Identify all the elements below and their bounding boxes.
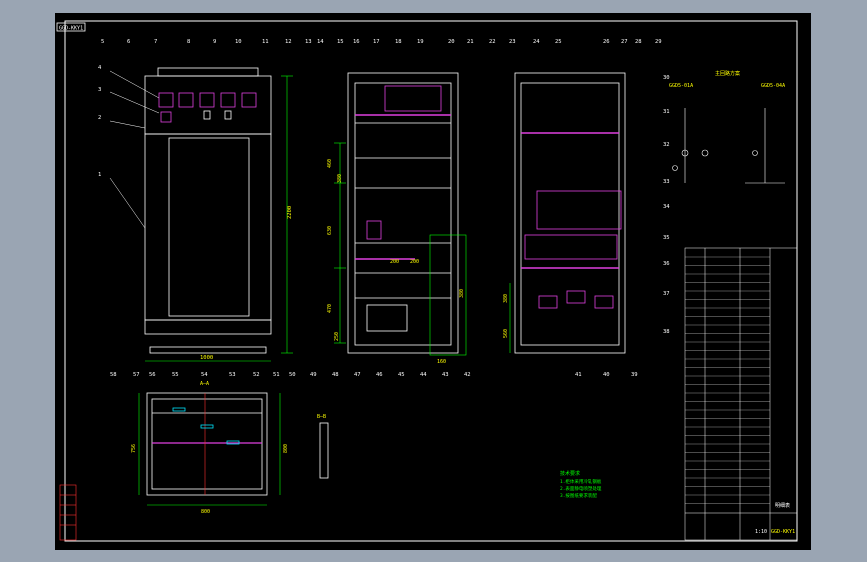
callout-51: 51 [273, 372, 280, 378]
revision-strip [59, 484, 77, 541]
callout-2: 2 [98, 115, 101, 121]
rear-label2: GGD5-04A [761, 83, 785, 89]
side-view [334, 72, 467, 356]
callout-48: 48 [332, 372, 339, 378]
callout-23: 23 [509, 39, 516, 45]
detail-label: B—B [317, 414, 326, 420]
callout-4: 4 [98, 65, 102, 71]
cad-drawing: GGD-KKY1 2200 1000 460 380 630 200 200 4… [56, 20, 798, 542]
callout-34: 34 [663, 204, 670, 210]
callout-29: 29 [655, 39, 662, 45]
drawing-sheet: GGD-KKY1 2200 1000 460 380 630 200 200 4… [55, 13, 811, 550]
callout-57: 57 [133, 372, 140, 378]
callout-18: 18 [395, 39, 402, 45]
callout-40: 40 [603, 372, 610, 378]
callout-26: 26 [603, 39, 610, 45]
callout-5: 5 [101, 39, 104, 45]
dim-front-height: 2200 [287, 206, 293, 219]
sheet-frame [64, 20, 798, 542]
callout-10: 10 [235, 39, 242, 45]
callout-47: 47 [354, 372, 361, 378]
callout-36: 36 [663, 261, 670, 267]
callout-24: 24 [533, 39, 540, 45]
dim-side-f: 470 [327, 304, 333, 313]
callout-58: 58 [110, 372, 117, 378]
callout-39: 39 [631, 372, 638, 378]
callout-42: 42 [464, 372, 471, 378]
plan-view [138, 392, 329, 506]
callout-55: 55 [172, 372, 179, 378]
callout-9: 9 [213, 39, 216, 45]
callout-43: 43 [442, 372, 449, 378]
callout-45: 45 [398, 372, 405, 378]
dim-plan-h2: 800 [283, 444, 289, 453]
callout-6: 6 [127, 39, 130, 45]
callout-46: 46 [376, 372, 383, 378]
callout-49: 49 [310, 372, 317, 378]
notes-line-3: 3.按图纸要求装配 [560, 492, 597, 499]
callout-22: 22 [489, 39, 496, 45]
dim-front-width: 1000 [200, 355, 213, 361]
front-view [109, 67, 293, 362]
dim-side-i: 160 [437, 359, 446, 365]
callout-28: 28 [635, 39, 642, 45]
schematic [672, 108, 785, 184]
dim-side-c: 630 [327, 226, 333, 235]
callout-32: 32 [663, 142, 670, 148]
callout-25: 25 [555, 39, 562, 45]
dim-side-g: 250 [334, 332, 340, 341]
bom-title: 明细表 [775, 502, 790, 509]
callout-7: 7 [154, 39, 157, 45]
rear-label: GGD5-01A [669, 83, 693, 89]
notes-title: 技术要求 [560, 470, 580, 477]
callout-12: 12 [285, 39, 292, 45]
dim-plan-w: 800 [201, 509, 210, 515]
callout-1: 1 [98, 172, 101, 178]
callout-11: 11 [262, 39, 269, 45]
callout-21: 21 [467, 39, 474, 45]
notes-line-2: 2.表面静电喷塑处理 [560, 485, 602, 492]
callout-27: 27 [621, 39, 628, 45]
callout-52: 52 [253, 372, 260, 378]
dim-plan-h: 756 [131, 444, 137, 453]
callout-15: 15 [337, 39, 344, 45]
callout-16: 16 [353, 39, 360, 45]
callout-37: 37 [663, 291, 670, 297]
dim-side-e: 200 [410, 259, 419, 265]
notes-line-1: 1.柜体采用冷轧钢板 [560, 478, 602, 485]
dim-side-top: 460 [327, 159, 333, 168]
callout-53: 53 [229, 372, 236, 378]
callout-19: 19 [417, 39, 424, 45]
rear-view [509, 72, 626, 354]
bom-table [684, 247, 798, 541]
dim-side-h: 380 [459, 289, 465, 298]
dim-side-a: 380 [337, 174, 343, 183]
dim-rear-b: 560 [503, 329, 509, 338]
callout-54: 54 [201, 372, 208, 378]
bom-rows [685, 256, 770, 504]
callout-8: 8 [187, 39, 190, 45]
callout-41: 41 [575, 372, 582, 378]
callout-13: 13 [305, 39, 312, 45]
title-tag: GGD-KKY1 [59, 26, 83, 32]
callout-3: 3 [98, 87, 101, 93]
callout-50: 50 [289, 372, 296, 378]
callout-56: 56 [149, 372, 156, 378]
callout-17: 17 [373, 39, 380, 45]
callout-30: 30 [663, 75, 670, 81]
callout-33: 33 [663, 179, 670, 185]
callout-14: 14 [317, 39, 324, 45]
callout-38: 38 [663, 329, 670, 335]
dim-rear-a: 380 [503, 294, 509, 303]
callout-numbers: 5 6 7 8 9 10 11 12 13 14 15 16 17 18 19 20 21 22 23 24 25 26 2… [98, 39, 670, 378]
drawing-no: GGD-KKY1 [771, 529, 795, 535]
plan-label: A—A [200, 381, 209, 387]
callout-44: 44 [420, 372, 427, 378]
dim-side-d: 200 [390, 259, 399, 265]
callout-20: 20 [448, 39, 455, 45]
callout-31: 31 [663, 109, 670, 115]
schematic-title: 主回路方案 [715, 70, 740, 77]
scale: 1:10 [755, 529, 767, 535]
callout-35: 35 [663, 235, 670, 241]
